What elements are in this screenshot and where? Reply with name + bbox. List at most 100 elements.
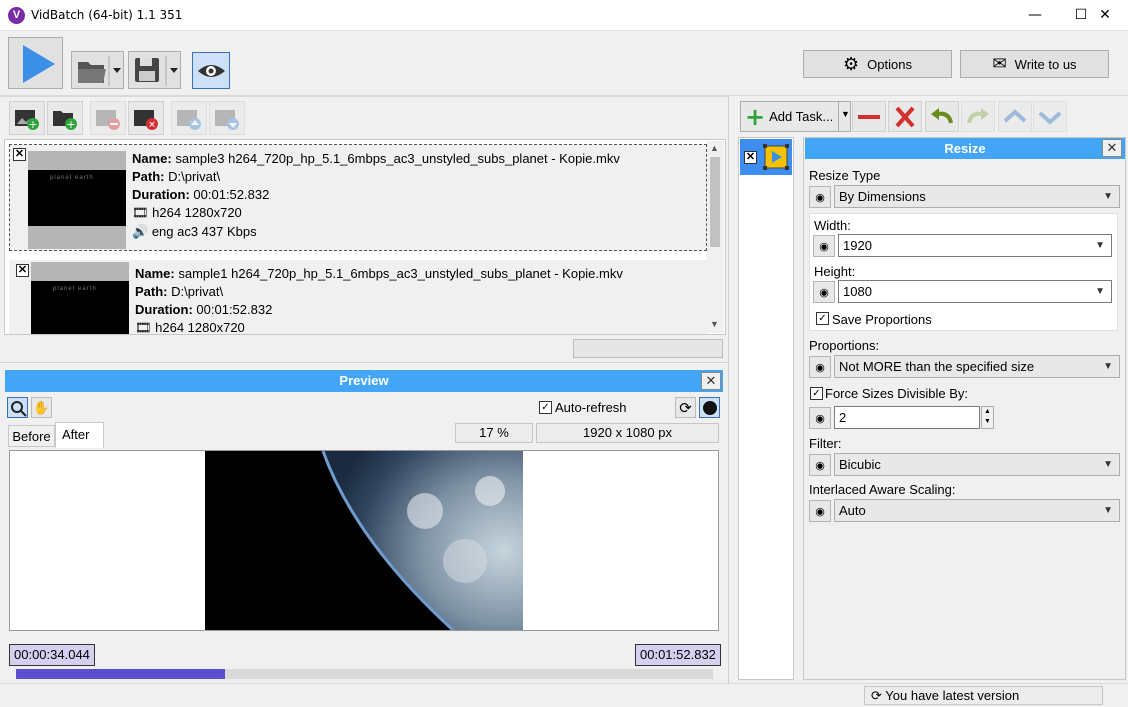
clear-files-button[interactable]: ✕ xyxy=(128,101,164,135)
close-button[interactable]: ✕ xyxy=(1082,0,1128,31)
tab-before[interactable]: Before xyxy=(8,425,55,447)
eye-icon: ◉ xyxy=(819,286,829,299)
spin-up-icon[interactable]: ▲ xyxy=(982,407,993,417)
width-input[interactable]: 1920 ▼ xyxy=(838,234,1112,257)
zoom-tool-button[interactable] xyxy=(7,397,28,418)
close-icon: ✕ xyxy=(1106,140,1118,155)
clear-tasks-button[interactable] xyxy=(888,101,922,132)
preview-image xyxy=(205,451,523,630)
film-icon: 🎞 xyxy=(135,321,152,335)
eye-icon: ◉ xyxy=(815,361,825,374)
hand-tool-button[interactable]: ✋ xyxy=(31,397,52,418)
move-up-file-button[interactable] xyxy=(171,101,207,135)
list-item[interactable]: ✕ planet earth Name: sample3 h264_720p_h… xyxy=(9,144,707,251)
height-preset-button[interactable]: ◉ xyxy=(813,281,835,303)
chevron-down-icon: ▼ xyxy=(1095,240,1105,251)
auto-refresh-checkbox[interactable]: ✓ xyxy=(539,401,552,414)
open-button[interactable] xyxy=(71,51,124,89)
start-button[interactable] xyxy=(8,37,63,89)
app-icon: V xyxy=(8,7,25,24)
file-audio: eng ac3 437 Kbps xyxy=(151,224,257,239)
save-button[interactable] xyxy=(128,51,181,89)
write-to-us-button[interactable]: ✉ Write to us xyxy=(960,50,1109,78)
eye-icon: ◉ xyxy=(815,191,825,204)
options-button[interactable]: ⚙ Options xyxy=(803,50,952,78)
remove-file-button[interactable] xyxy=(90,101,126,135)
divisible-input[interactable]: 2 xyxy=(834,406,980,429)
chevron-down-icon: ▼ xyxy=(1103,191,1113,202)
move-task-down-button[interactable] xyxy=(1033,101,1067,132)
task-item-resize[interactable]: ✕ xyxy=(740,139,792,175)
filter-select[interactable]: Bicubic ▼ xyxy=(834,453,1120,476)
speaker-icon: 🔊 xyxy=(132,225,149,240)
interlaced-select[interactable]: Auto ▼ xyxy=(834,499,1120,522)
refresh-icon: ⟳ xyxy=(679,399,692,417)
chevron-down-icon xyxy=(1038,111,1062,125)
resize-title: Resize xyxy=(944,141,986,156)
add-image-icon: + xyxy=(15,110,39,131)
file-video: h264 1280x720 xyxy=(155,320,245,335)
resolution-display: 1920 x 1080 px xyxy=(536,423,719,443)
timeline-slider[interactable] xyxy=(16,669,713,679)
save-proportions-checkbox[interactable]: ✓ xyxy=(816,312,829,325)
list-item[interactable]: ✕ planet earth Name: sample1 h264_720p_h… xyxy=(9,260,707,335)
divisible-preset-button[interactable]: ◉ xyxy=(809,407,831,429)
preview-canvas[interactable] xyxy=(9,450,719,631)
resize-type-select[interactable]: By Dimensions ▼ xyxy=(834,185,1120,208)
move-task-up-button[interactable] xyxy=(998,101,1032,132)
resize-task-icon xyxy=(763,144,789,170)
height-input[interactable]: 1080 ▼ xyxy=(838,280,1112,303)
refresh-button[interactable]: ⟳ xyxy=(675,397,696,418)
file-checkbox[interactable]: ✕ xyxy=(16,264,29,277)
file-list-scrollbar[interactable]: ▲ ▼ xyxy=(707,141,724,333)
height-label: Height: xyxy=(814,264,856,279)
add-folder-button[interactable]: + xyxy=(47,101,83,135)
file-checkbox[interactable]: ✕ xyxy=(13,148,26,161)
remove-task-button[interactable] xyxy=(852,101,886,132)
width-preset-button[interactable]: ◉ xyxy=(813,235,835,257)
height-value: 1080 xyxy=(843,284,872,299)
image-up-icon xyxy=(177,110,201,130)
status-bar: ⟳ You have latest version xyxy=(0,683,1128,707)
scroll-thumb[interactable] xyxy=(710,157,720,247)
undo-button[interactable] xyxy=(925,101,959,132)
version-status: ⟳ You have latest version xyxy=(864,686,1103,705)
eye-icon xyxy=(198,65,225,77)
proportions-value: Not MORE than the specified size xyxy=(839,359,1035,374)
divisible-value: 2 xyxy=(839,410,847,425)
resize-close-button[interactable]: ✕ xyxy=(1102,139,1122,157)
splitter[interactable] xyxy=(728,96,736,683)
preview-header: Preview xyxy=(5,370,723,392)
file-video: h264 1280x720 xyxy=(152,205,242,220)
preview-close-button[interactable]: ✕ xyxy=(701,372,721,390)
zoom-icon xyxy=(11,401,27,417)
force-divisible-checkbox[interactable]: ✓ xyxy=(810,387,823,400)
chevron-down-icon: ▼ xyxy=(1103,361,1113,372)
resize-type-preset-button[interactable]: ◉ xyxy=(809,186,831,208)
filter-value: Bicubic xyxy=(839,457,881,472)
preview-toggle-button[interactable] xyxy=(192,52,230,89)
redo-icon xyxy=(967,107,989,123)
add-task-button[interactable]: + Add Task... ▼ xyxy=(740,101,851,132)
record-button[interactable] xyxy=(699,397,720,418)
add-file-button[interactable]: + xyxy=(9,101,45,135)
redo-button[interactable] xyxy=(961,101,995,132)
resize-header: Resize xyxy=(805,138,1125,159)
filter-preset-button[interactable]: ◉ xyxy=(809,454,831,476)
proportions-preset-button[interactable]: ◉ xyxy=(809,356,831,378)
move-down-file-button[interactable] xyxy=(209,101,245,135)
scroll-down-icon[interactable]: ▼ xyxy=(710,319,719,329)
eye-icon: ◉ xyxy=(819,240,829,253)
spin-down-icon[interactable]: ▼ xyxy=(982,417,993,427)
folder-open-icon xyxy=(78,56,121,86)
interlaced-preset-button[interactable]: ◉ xyxy=(809,500,831,522)
minimize-button[interactable]: — xyxy=(1012,0,1058,31)
task-checkbox[interactable]: ✕ xyxy=(744,151,757,164)
processing-progress-bar xyxy=(573,339,723,358)
remove-image-icon xyxy=(96,110,120,130)
tab-after[interactable]: After xyxy=(55,422,104,448)
earth-image xyxy=(205,451,523,630)
divisible-spinner[interactable]: ▲ ▼ xyxy=(981,406,994,429)
proportions-select[interactable]: Not MORE than the specified size ▼ xyxy=(834,355,1120,378)
scroll-up-icon[interactable]: ▲ xyxy=(710,143,719,153)
